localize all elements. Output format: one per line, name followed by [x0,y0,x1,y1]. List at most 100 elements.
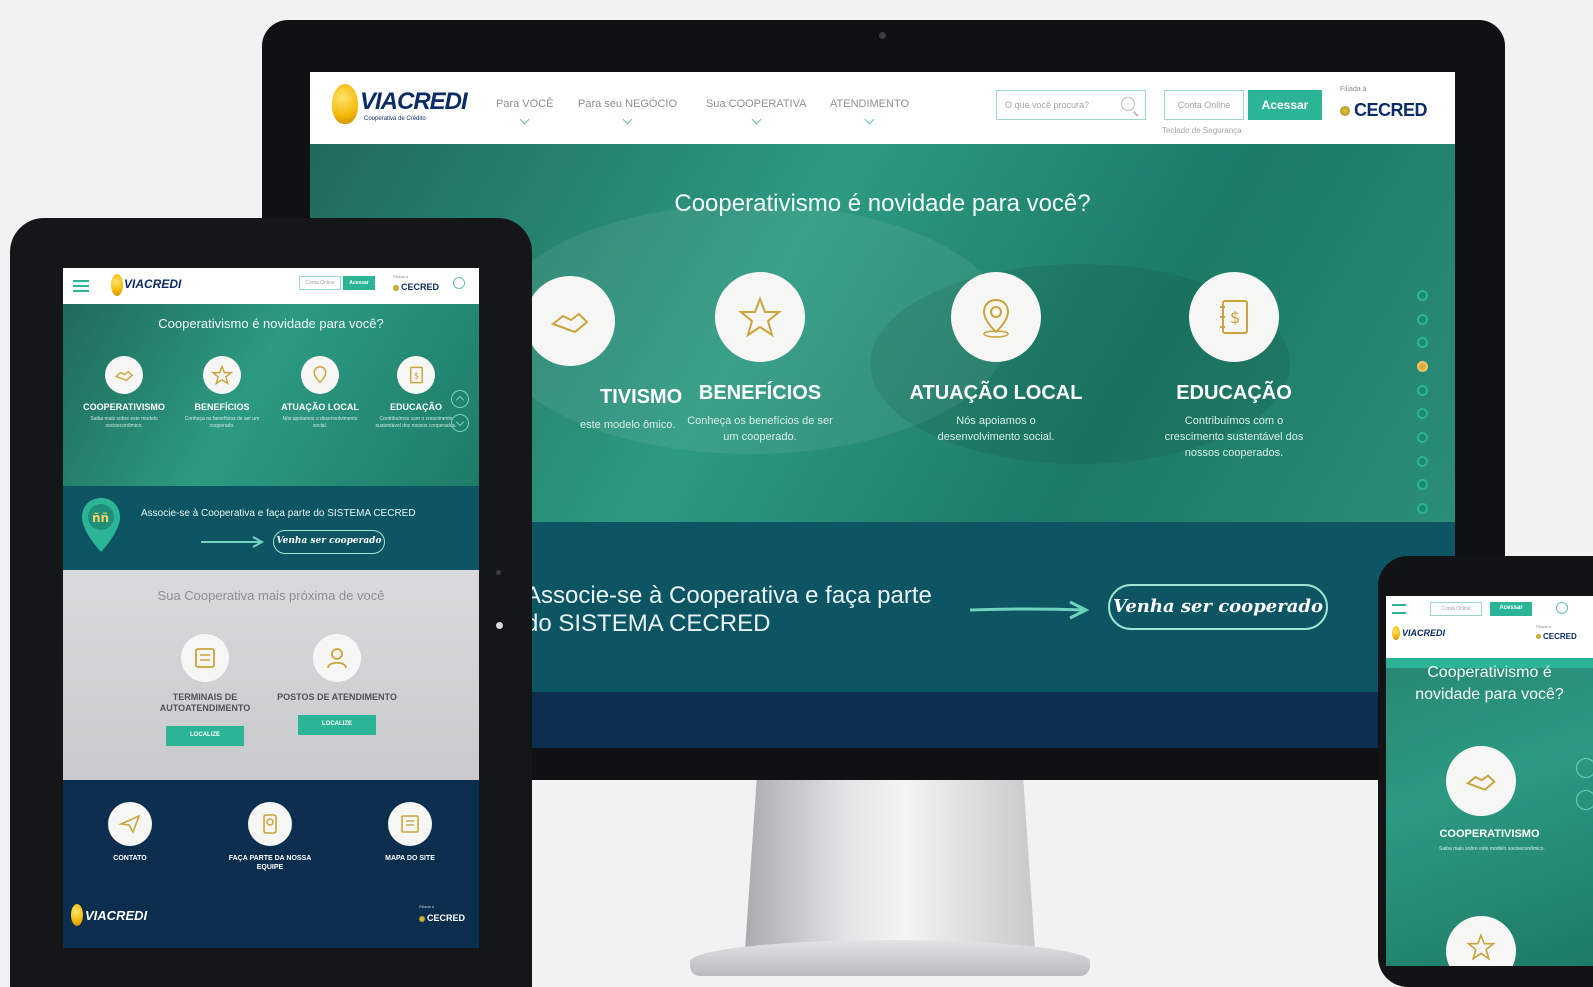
sitemap-icon [388,802,432,846]
feature-title: ATUAÇÃO LOCAL [281,402,359,412]
service-title: TERMINAIS DE AUTOATENDIMENTO [159,692,251,713]
scroll-up-button[interactable] [451,390,469,408]
slide-dot[interactable] [1417,408,1428,419]
conta-online-placeholder: Conta Online [1177,100,1231,110]
footer-link-label: MAPA DO SITE [385,855,435,862]
conta-online-input[interactable]: Conta Online [299,276,341,290]
slide-dot-active[interactable] [1417,361,1428,372]
nearby-title: Sua Cooperativa mais próxima de você [157,588,385,603]
slide-dot[interactable] [1417,503,1428,514]
hero-title: Cooperativismo é novidade para você? [1415,664,1564,703]
menu-icon[interactable] [1392,604,1406,614]
scroll-down-button[interactable] [451,414,469,432]
cecred-mark-icon [1340,106,1350,117]
cecred-logo[interactable]: CECRED [1536,632,1577,641]
footer-equipe[interactable]: FAÇA PARTE DA NOSSA EQUIPE [215,802,325,872]
venha-ser-cooperado-button[interactable]: Venha ser cooperado [1108,584,1328,630]
feature-atuacao-local[interactable]: ATUAÇÃO LOCAL Nós apoiamos o desenvolvim… [876,272,1116,445]
feature-beneficios[interactable]: BENEFÍCIOS Conheça os benefícios de ser … [640,272,880,445]
feature-beneficios[interactable]: BENEFÍCIOS Conheça os benefícios de ser … [173,356,271,430]
tablet-hero: Cooperativismo é novidade para você? COO… [63,304,479,486]
search-icon[interactable] [1556,602,1568,614]
feature-title: COOPERATIVISMO [1439,828,1540,840]
feature-educacao[interactable]: $ EDUCAÇÃO Contribuímos com o cresciment… [1114,272,1354,461]
nav-para-seu-negocio[interactable]: Para seu NEGÓCIO [578,98,677,125]
paper-plane-icon [108,802,152,846]
tablet-cta-band: ññ Associe-se à Cooperativa e faça parte… [63,486,479,570]
footer-link-label: FAÇA PARTE DA NOSSA EQUIPE [228,855,312,871]
nav-label: ATENDIMENTO [830,98,910,110]
slide-dot[interactable] [1417,456,1428,467]
service-postos: POSTOS DE ATENDIMENTO LOCALIZE [267,634,407,735]
handshake-icon [105,356,143,394]
tablet-screen: VIACREDI Conta Online Acessar Filiada à … [63,268,479,948]
feature-educacao[interactable]: $ EDUCAÇÃO Contribuímos com o cresciment… [367,356,465,430]
filiada-label: Filiada à [419,904,435,909]
slide-dot[interactable] [1417,314,1428,325]
acessar-button[interactable]: Acessar [343,276,375,290]
scroll-down-button[interactable] [1576,790,1593,810]
nav-label: Sua COOPERATIVA [706,98,807,110]
cecred-logo[interactable]: CECRED [1340,100,1428,121]
viacredi-logo-mark-icon [1392,626,1400,640]
cta-text: Associe-se à Cooperativa e faça parte do… [141,508,416,519]
viacredi-logo[interactable]: VIACREDI Cooperativa de Crédito [332,84,468,126]
feature-atuacao-local[interactable]: ATUAÇÃO LOCAL Nós apoiamos o desenvolvim… [271,356,369,430]
chevron-down-icon [519,114,530,125]
acessar-button[interactable]: Acessar [1490,602,1532,616]
nav-atendimento[interactable]: ATENDIMENTO [830,98,910,125]
tablet-device: VIACREDI Conta Online Acessar Filiada à … [10,218,532,987]
slide-dot[interactable] [1417,432,1428,443]
slide-dot[interactable] [1417,290,1428,301]
cecred-mark-icon [419,915,425,922]
feature-title: EDUCAÇÃO [1176,382,1292,404]
chevron-down-icon [864,114,875,125]
map-pin-icon [301,356,339,394]
hero-title: Cooperativismo é novidade para você? [158,316,384,331]
arrow-right-icon [970,600,1090,620]
slide-dot[interactable] [1417,337,1428,348]
handshake-icon[interactable] [1446,746,1516,816]
conta-online-placeholder: Conta Online [1441,606,1471,612]
arrow-right-icon [201,536,265,548]
feature-desc: Conheça os benefícios de ser um cooperad… [184,416,260,429]
atm-terminal-icon [181,634,229,682]
logo-text: VIACREDI [85,908,148,923]
venha-ser-cooperado-button[interactable]: Venha ser cooperado [273,530,385,554]
conta-online-input[interactable]: Conta Online [1430,602,1482,616]
feature-title: EDUCAÇÃO [389,402,442,412]
localize-button[interactable]: LOCALIZE [166,726,244,746]
search-icon[interactable] [453,277,465,289]
service-terminais: TERMINAIS DE AUTOATENDIMENTO LOCALIZE [135,634,275,746]
acessar-button[interactable]: Acessar [1248,90,1322,120]
nav-sua-cooperativa[interactable]: Sua COOPERATIVA [706,98,807,125]
menu-icon[interactable] [73,280,89,292]
slide-dot[interactable] [1417,385,1428,396]
search-icon[interactable] [1121,97,1135,111]
hero-title: Cooperativismo é novidade para você? [674,190,1091,217]
feature-title: ATUAÇÃO LOCAL [909,382,1083,404]
footer-mapa-do-site[interactable]: MAPA DO SITE [355,802,465,863]
footer-cecred-logo[interactable]: CECRED [419,913,465,923]
logo-text: VIACREDI [360,88,468,115]
id-badge-icon [248,802,292,846]
scroll-up-button[interactable] [1576,758,1593,778]
search-input[interactable]: O que você procura? [996,90,1146,120]
cecred-text: CECRED [1354,100,1428,120]
monitor-stand [745,780,1035,950]
footer-contato[interactable]: CONTATO [75,802,185,863]
feature-cooperativismo[interactable]: COOPERATIVISMO Saiba mais sobre este mod… [75,356,173,430]
tablet-footer: CONTATO FAÇA PARTE DA NOSSA EQUIPE MAPA … [63,780,479,948]
conta-online-placeholder: Conta Online [305,280,335,286]
cecred-mark-icon [393,284,399,291]
monitor-stand-base [690,940,1090,976]
teclado-seguranca-link[interactable]: Teclado de Segurança [1162,126,1242,135]
tablet-home-button[interactable] [496,622,503,629]
localize-button[interactable]: LOCALIZE [298,715,376,735]
conta-online-input[interactable]: Conta Online [1164,90,1244,120]
star-icon[interactable] [1446,916,1516,966]
nav-para-voce[interactable]: Para VOCÊ [496,98,553,125]
slide-dot[interactable] [1417,479,1428,490]
svg-text:$: $ [1230,308,1240,327]
cecred-logo[interactable]: CECRED [393,282,439,292]
